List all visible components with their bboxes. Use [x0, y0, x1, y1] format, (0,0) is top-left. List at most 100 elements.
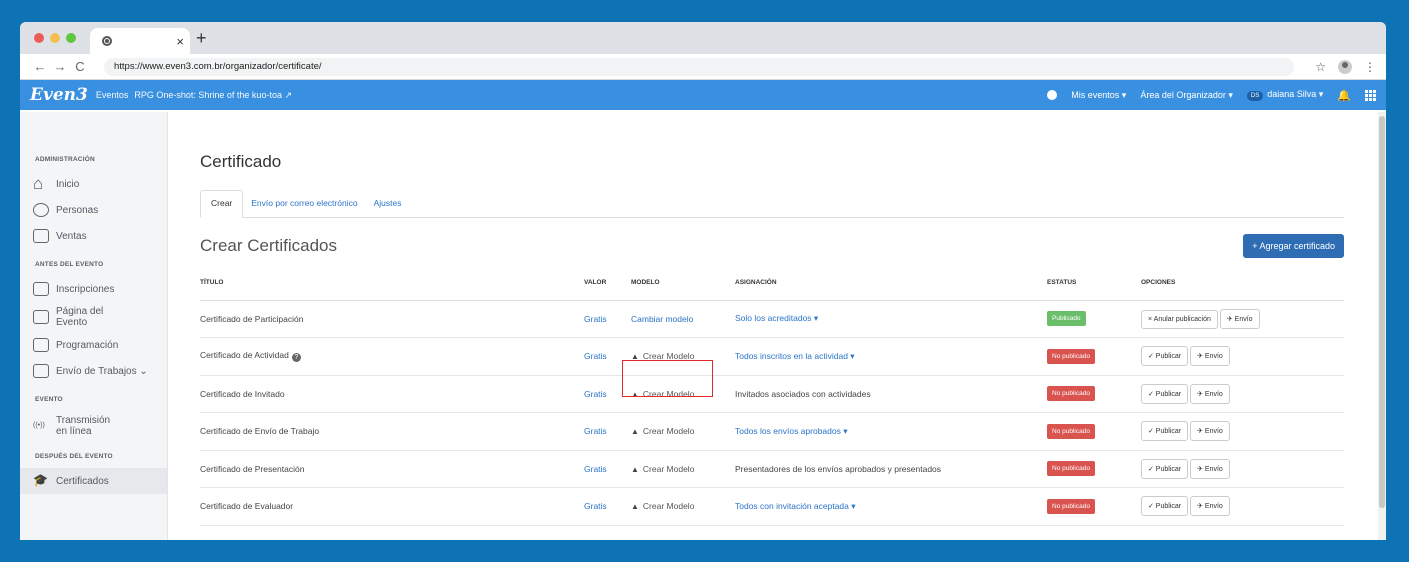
column-header: OPCIONES	[1141, 266, 1344, 301]
sidebar-item-label: Personas	[56, 204, 99, 216]
sidebar-item-personas[interactable]: Personas	[20, 197, 167, 223]
my-events-menu[interactable]: Mis eventos ▾	[1071, 90, 1126, 101]
change-model-link[interactable]: Cambiar modelo	[631, 300, 735, 338]
assignment-dropdown[interactable]: Todos inscritos en la actividad ▾	[735, 337, 1047, 376]
tab-strip: × +	[20, 22, 1386, 54]
sidebar-item-label: Certificados	[56, 475, 109, 487]
column-header: MODELO	[631, 266, 735, 301]
section-title: Crear Certificados	[200, 236, 337, 255]
status-badge: Publicado	[1047, 311, 1086, 327]
window-controls	[34, 33, 76, 43]
sidebar-item-label: Programación	[56, 339, 119, 351]
sidebar-item-inicio[interactable]: Inicio	[20, 171, 167, 197]
money-icon	[33, 229, 49, 243]
breadcrumb-events[interactable]: Eventos	[96, 90, 129, 100]
row-valor[interactable]: Gratis	[584, 487, 631, 526]
assignment-dropdown[interactable]: Solo los acreditados ▾	[735, 300, 1047, 338]
sidebar-item-label: Página del Evento	[56, 305, 104, 329]
tab-bar: Crear Envío por correo electrónico Ajust…	[200, 190, 1344, 218]
send-button[interactable]: ✈ Envío	[1190, 458, 1230, 479]
tab-ajustes[interactable]: Ajustes	[366, 189, 410, 217]
browser-window: × + ← → C https://www.even3.com.br/organ…	[20, 22, 1386, 540]
column-header: TÍTULO	[200, 266, 584, 301]
row-title: Certificado de Actividad	[200, 350, 289, 361]
status-badge: No publicado	[1047, 423, 1095, 439]
minimize-window-button[interactable]	[50, 33, 60, 43]
publish-button[interactable]: ✓ Publicar	[1141, 383, 1189, 404]
apps-grid-icon[interactable]	[1365, 89, 1376, 101]
table-row: Certificado de Presentación Gratis Crear…	[200, 450, 1344, 488]
person-icon	[33, 203, 49, 217]
create-model-link[interactable]: Crear Modelo	[631, 426, 694, 436]
close-window-button[interactable]	[34, 33, 44, 43]
browser-toolbar: ← → C https://www.even3.com.br/organizad…	[20, 54, 1386, 80]
column-header: VALOR	[584, 266, 631, 301]
sidebar-item-envio-trabajos[interactable]: Envío de Trabajos ⌄	[20, 358, 167, 384]
create-model-link[interactable]: Crear Modelo	[631, 464, 694, 474]
back-button[interactable]: ←	[30, 59, 50, 74]
publish-button[interactable]: ✓ Publicar	[1141, 458, 1189, 479]
forward-button[interactable]: →	[50, 59, 70, 74]
close-tab-icon[interactable]: ×	[176, 34, 184, 49]
broadcast-icon	[33, 419, 49, 433]
row-title: Certificado de Invitado	[200, 375, 584, 413]
sidebar-item-inscripciones[interactable]: Inscripciones	[20, 276, 167, 302]
assignment-text: Presentadores de los envíos aprobados y …	[735, 450, 1047, 488]
publish-button[interactable]: ✓ Publicar	[1141, 496, 1189, 517]
bookmark-star-icon[interactable]: ☆	[1315, 60, 1326, 74]
reload-button[interactable]: C	[70, 59, 90, 74]
send-button[interactable]: ✈ Envío	[1190, 496, 1230, 517]
create-model-link[interactable]: Crear Modelo	[631, 501, 694, 511]
publish-button[interactable]: ✓ Publicar	[1141, 346, 1189, 367]
sidebar: ADMINISTRACIÓN Inicio Personas Ventas AN…	[20, 112, 168, 540]
profile-icon[interactable]	[1338, 59, 1352, 74]
home-icon	[33, 174, 49, 194]
assignment-dropdown[interactable]: Todos con invitación aceptada ▾	[735, 487, 1047, 526]
scrollbar-thumb[interactable]	[1379, 116, 1385, 508]
bell-icon[interactable]: 🔔	[1337, 89, 1351, 102]
sidebar-item-ventas[interactable]: Ventas	[20, 223, 167, 249]
row-valor[interactable]: Gratis	[584, 300, 631, 338]
assignment-dropdown[interactable]: Todos los envíos aprobados ▾	[735, 412, 1047, 451]
globe-icon[interactable]	[1047, 90, 1058, 100]
page-title: Certificado	[200, 152, 282, 171]
organizer-area-menu[interactable]: Área del Organizador ▾	[1140, 90, 1233, 101]
send-button[interactable]: ✈ Envío	[1219, 308, 1260, 329]
sidebar-item-label: Envío de Trabajos ⌄	[56, 365, 148, 377]
tab-crear[interactable]: Crear	[200, 190, 244, 218]
unpublish-button[interactable]: × Anular publicación	[1141, 309, 1218, 329]
calendar-icon	[33, 338, 49, 352]
info-icon[interactable]: ?	[291, 353, 301, 363]
breadcrumb-event-name[interactable]: RPG One-shot: Shrine of the kuo-toa ↗	[134, 90, 292, 101]
sidebar-item-pagina-evento[interactable]: Página del Evento	[20, 302, 167, 332]
publish-button[interactable]: ✓ Publicar	[1141, 421, 1189, 442]
maximize-window-button[interactable]	[66, 33, 76, 43]
column-header: ESTATUS	[1047, 266, 1141, 301]
send-button[interactable]: ✈ Envío	[1190, 383, 1230, 404]
user-menu[interactable]: DS daiana Silva ▾	[1246, 89, 1323, 101]
add-certificate-button[interactable]: + Agregar certificado	[1243, 234, 1344, 258]
even3-logo[interactable]: Even3	[30, 85, 88, 105]
send-button[interactable]: ✈ Envío	[1190, 421, 1230, 442]
row-valor[interactable]: Gratis	[584, 412, 631, 451]
sidebar-item-certificados[interactable]: Certificados	[20, 468, 167, 494]
row-valor[interactable]: Gratis	[584, 450, 631, 488]
row-title: Certificado de Presentación	[200, 450, 584, 488]
chrome-icon	[102, 36, 112, 46]
browser-tab[interactable]: ×	[90, 28, 190, 54]
graduation-cap-icon	[33, 473, 49, 488]
sidebar-section-title: ADMINISTRACIÓN	[35, 156, 95, 163]
new-tab-button[interactable]: +	[196, 28, 207, 49]
sidebar-item-label: Inscripciones	[56, 283, 115, 295]
browser-menu-icon[interactable]: ⋮	[1364, 60, 1376, 74]
send-button[interactable]: ✈ Envío	[1190, 346, 1230, 367]
sidebar-item-transmision[interactable]: Transmisión en línea	[20, 411, 167, 441]
tab-envio-correo[interactable]: Envío por correo electrónico	[243, 189, 365, 217]
monitor-icon	[33, 310, 49, 324]
main-content: Certificado Crear Envío por correo elect…	[168, 112, 1386, 540]
address-bar[interactable]: https://www.even3.com.br/organizador/cer…	[104, 57, 1294, 76]
row-title: Certificado de Participación	[200, 300, 584, 338]
sidebar-item-programacion[interactable]: Programación	[20, 332, 167, 358]
user-avatar: DS	[1246, 91, 1264, 101]
page-scrollbar[interactable]	[1378, 112, 1386, 540]
